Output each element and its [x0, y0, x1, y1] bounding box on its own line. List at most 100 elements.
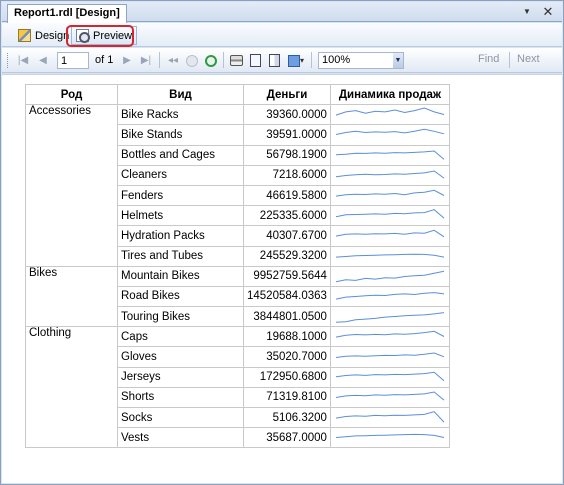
- column-header-category: Род: [25, 83, 118, 106]
- product-cell: Socks: [117, 406, 244, 429]
- sparkline: [335, 391, 445, 401]
- sparkline: [335, 312, 445, 323]
- sparkline-series: [335, 292, 445, 300]
- sparkline-cell: [329, 225, 450, 247]
- chevron-down-icon[interactable]: ▼: [393, 53, 403, 68]
- sparkline-series: [335, 129, 445, 136]
- sparkline-series: [335, 411, 445, 423]
- sparkline-cell: [329, 245, 450, 267]
- page-number-input[interactable]: [57, 52, 89, 69]
- separator: [223, 52, 224, 68]
- table-row: Clothing Caps 19688.1000: [25, 326, 450, 449]
- sparkline: [335, 209, 445, 219]
- back-icon[interactable]: ◂◂: [166, 52, 180, 69]
- sparkline: [335, 331, 445, 338]
- sparkline-series: [335, 331, 445, 338]
- sparkline: [335, 129, 445, 136]
- money-cell: 14520584.0363: [243, 285, 331, 308]
- sparkline: [335, 292, 445, 300]
- export-icon[interactable]: ▾: [285, 52, 307, 69]
- money-cell: 56798.1900: [243, 144, 331, 166]
- product-cell: Caps: [117, 326, 244, 348]
- money-cell: 3844801.0500: [243, 306, 331, 328]
- money-cell: 39591.0000: [243, 124, 331, 146]
- preview-icon: [76, 29, 90, 43]
- sparkline-cell: [329, 164, 450, 186]
- sparkline-series: [335, 391, 445, 401]
- product-cell: Cleaners: [117, 164, 244, 186]
- money-cell: 5106.3200: [243, 406, 331, 429]
- sparkline: [335, 189, 445, 197]
- sparkline-series: [335, 434, 445, 439]
- sparkline-cell: [329, 285, 450, 308]
- design-icon: [18, 29, 31, 42]
- chevron-down-icon[interactable]: ▼: [520, 5, 534, 19]
- sparkline-cell: [329, 184, 450, 207]
- sparkline-series: [335, 170, 445, 179]
- report-designer-window: Report1.rdl [Design] ▼ ✕ Design Preview …: [0, 0, 564, 485]
- money-cell: 35020.7000: [243, 346, 331, 368]
- previous-page-icon[interactable]: ◀: [36, 52, 50, 69]
- product-cell: Jerseys: [117, 366, 244, 388]
- first-page-icon[interactable]: |◀: [16, 52, 30, 69]
- stop-icon[interactable]: [184, 52, 200, 69]
- preview-label: Preview: [93, 29, 133, 42]
- money-cell: 35687.0000: [243, 427, 331, 449]
- separator: [311, 52, 312, 68]
- column-header-product: Вид: [117, 83, 244, 106]
- sparkline: [335, 352, 445, 358]
- find-button[interactable]: Find: [478, 53, 499, 65]
- sparkline-cell: [329, 306, 450, 328]
- sparkline-cell: [329, 427, 450, 449]
- sparkline-series: [335, 209, 445, 219]
- page-setup-icon[interactable]: [266, 52, 282, 69]
- refresh-icon[interactable]: [203, 52, 219, 69]
- close-icon[interactable]: ✕: [540, 4, 556, 20]
- product-cell: Helmets: [117, 205, 244, 227]
- tab-report1-design[interactable]: Report1.rdl [Design]: [7, 4, 127, 23]
- sparkline: [335, 253, 445, 258]
- table-header-row: Род Вид Деньги Динамика продаж: [25, 83, 450, 106]
- design-label: Design: [35, 29, 70, 42]
- preview-button[interactable]: Preview: [71, 26, 138, 45]
- money-cell: 172950.6800: [243, 366, 331, 388]
- design-button[interactable]: Design: [14, 26, 73, 45]
- money-cell: 39360.0000: [243, 104, 331, 126]
- next-page-icon[interactable]: ▶: [120, 52, 134, 69]
- product-cell: Bike Stands: [117, 124, 244, 146]
- product-cell: Road Bikes: [117, 285, 244, 308]
- sparkline: [335, 434, 445, 439]
- product-cell: Shorts: [117, 386, 244, 409]
- report-toolbar: |◀ ◀ of 1 ▶ ▶| ◂◂ ▾ 100% ▼ Find Next: [2, 48, 562, 73]
- category-cell: Clothing: [25, 326, 118, 449]
- sparkline: [335, 230, 445, 238]
- category-cell: Bikes: [25, 265, 118, 328]
- column-header-trend: Динамика продаж: [329, 83, 450, 106]
- print-layout-icon[interactable]: [247, 52, 263, 69]
- sparkline: [335, 150, 445, 160]
- sparkline-series: [335, 253, 445, 258]
- money-cell: 46619.5800: [243, 184, 331, 207]
- money-cell: 71319.8100: [243, 386, 331, 409]
- last-page-icon[interactable]: ▶|: [139, 52, 153, 69]
- sparkline: [335, 170, 445, 179]
- separator: [66, 27, 67, 43]
- view-mode-bar: Design Preview: [2, 23, 562, 47]
- toolbar-grip[interactable]: [7, 53, 10, 68]
- money-cell: 225335.6000: [243, 205, 331, 227]
- separator: [509, 52, 510, 68]
- document-tab-strip: Report1.rdl [Design] ▼ ✕: [2, 2, 562, 23]
- sparkline: [335, 270, 445, 282]
- find-next-button[interactable]: Next: [517, 53, 540, 65]
- zoom-select[interactable]: 100% ▼: [318, 52, 404, 69]
- sparkline-cell: [329, 205, 450, 227]
- print-icon[interactable]: [228, 52, 244, 69]
- page-count-label: of 1: [95, 54, 114, 66]
- sparkline-cell: [329, 144, 450, 166]
- sparkline-series: [335, 189, 445, 197]
- sparkline-series: [335, 270, 445, 282]
- sparkline: [335, 371, 445, 381]
- money-cell: 40307.6700: [243, 225, 331, 247]
- product-cell: Bike Racks: [117, 104, 244, 126]
- table-row: Bikes Mountain Bikes 9952759.5644: [25, 265, 450, 328]
